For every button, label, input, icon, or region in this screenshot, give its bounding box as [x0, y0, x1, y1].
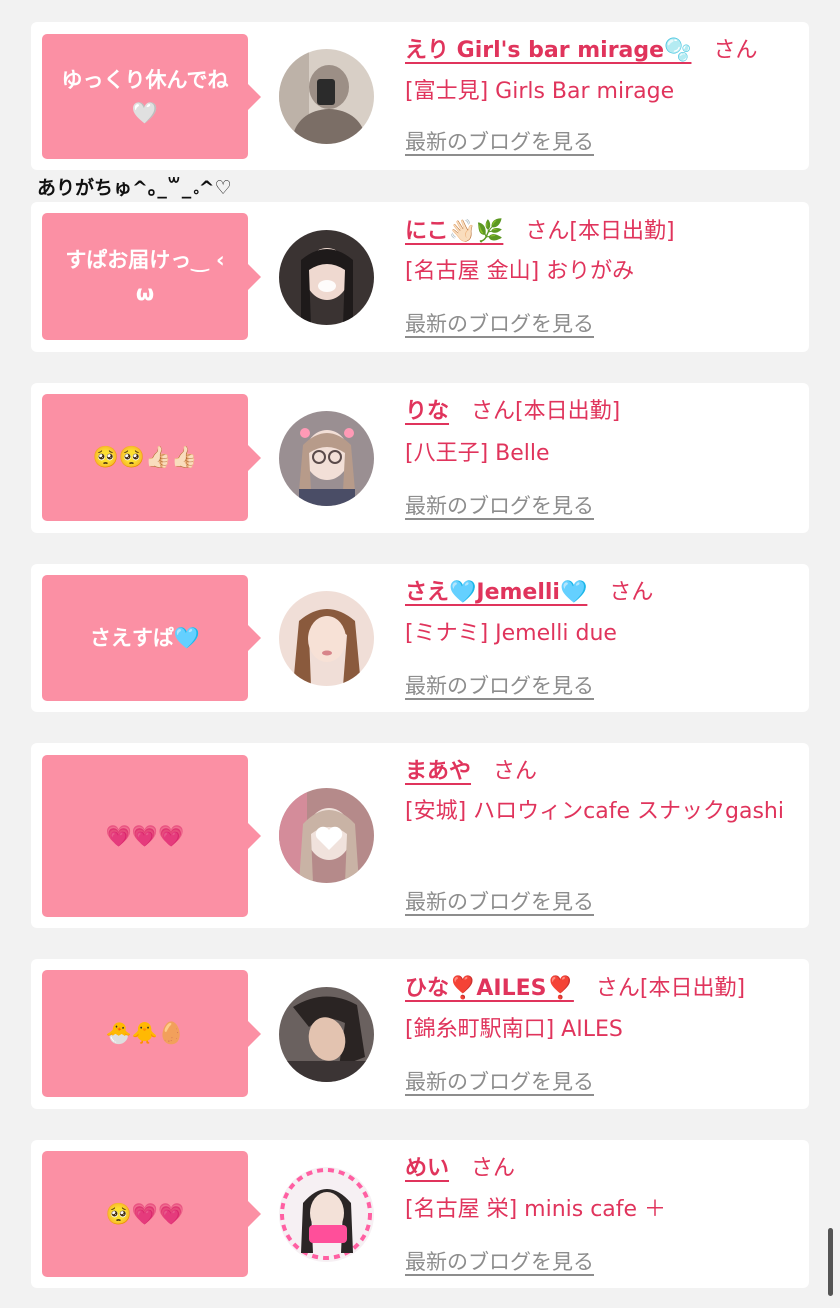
work-status: [本日出勤]	[515, 399, 621, 424]
post-card: 🥺💗💗 めい さん [名古屋 栄] minis cafe ＋ 最新のブログを見る	[31, 1140, 809, 1288]
store-info: [富士見] Girls Bar mirage	[405, 79, 675, 104]
honorific: さん	[471, 399, 516, 424]
comment-text: ありがちゅ^｡_꒳_｡^♡	[37, 177, 232, 199]
latest-blog-link[interactable]: 最新のブログを見る	[405, 886, 594, 916]
message-bubble: さえすぱ🩵	[42, 575, 261, 701]
girl-name-link[interactable]: りな	[405, 399, 449, 424]
post-card: 🥺🥺👍🏻👍🏻 りな さん[本日出勤] [八王子] Belle 最新のブログを見る	[31, 383, 809, 533]
post-header: えり Girl's bar mirage🫧 さん	[405, 36, 757, 66]
work-status: [本日出勤]	[569, 219, 675, 244]
honorific: さん	[713, 38, 758, 63]
post-header: まあや さん	[405, 757, 537, 787]
honorific: さん	[493, 759, 538, 784]
message-bubble: 💗💗💗	[42, 755, 261, 917]
message-bubble: 🐣🐥🥚	[42, 970, 261, 1097]
work-status: [本日出勤]	[639, 976, 746, 1001]
latest-blog-link[interactable]: 最新のブログを見る	[405, 308, 594, 338]
girl-name-link[interactable]: まあや	[405, 759, 471, 784]
message-bubble: 🥺🥺👍🏻👍🏻	[42, 394, 261, 521]
message-bubble: ゆっくり休んでね🤍	[42, 34, 261, 159]
post-card: 🐣🐥🥚 ひな❣️AILES❣️ さん[本日出勤] [錦糸町駅南口] AILES 最…	[31, 959, 809, 1109]
post-card: すぱお届けっ‿ ‹ ω にこ👋🏻🌿 さん[本日出勤] [名古屋 金山] おりがみ …	[31, 202, 809, 352]
scrollbar[interactable]	[828, 1228, 833, 1296]
store-info: [安城] ハロウィンcafe スナックgashi	[405, 799, 784, 824]
girl-name-link[interactable]: にこ👋🏻🌿	[405, 219, 503, 244]
store-info: [錦糸町駅南口] AILES	[405, 1017, 623, 1042]
latest-blog-link[interactable]: 最新のブログを見る	[405, 1066, 594, 1096]
latest-blog-link[interactable]: 最新のブログを見る	[405, 126, 594, 156]
avatar[interactable]	[279, 591, 374, 686]
post-card: 💗💗💗 まあや さん [安城] ハロウィンcafe スナックgashi 最新のブロ…	[31, 743, 809, 928]
latest-blog-link[interactable]: 最新のブログを見る	[405, 670, 594, 700]
post-header: ひな❣️AILES❣️ さん[本日出勤]	[405, 974, 745, 1004]
honorific: さん	[609, 580, 654, 605]
girl-name-link[interactable]: めい	[405, 1156, 449, 1181]
girl-name-link[interactable]: ひな❣️AILES❣️	[405, 976, 574, 1001]
post-header: さえ🩵Jemelli🩵 さん	[405, 578, 653, 608]
latest-blog-link[interactable]: 最新のブログを見る	[405, 1246, 594, 1276]
girl-name-link[interactable]: さえ🩵Jemelli🩵	[405, 580, 587, 605]
store-info: [名古屋 金山] おりがみ	[405, 259, 635, 284]
store-info: [ミナミ] Jemelli due	[405, 621, 617, 646]
honorific: さん	[595, 976, 640, 1001]
post-header: めい さん	[405, 1154, 515, 1184]
store-info: [名古屋 栄] minis cafe ＋	[405, 1197, 667, 1222]
avatar[interactable]	[279, 49, 374, 144]
message-bubble: 🥺💗💗	[42, 1151, 261, 1277]
honorific: さん	[471, 1156, 516, 1181]
post-card: ゆっくり休んでね🤍 えり Girl's bar mirage🫧 さん [富士見] …	[31, 22, 809, 170]
girl-name-link[interactable]: えり Girl's bar mirage🫧	[405, 38, 691, 63]
honorific: さん	[525, 219, 570, 244]
post-header: りな さん[本日出勤]	[405, 397, 620, 427]
post-card: さえすぱ🩵 さえ🩵Jemelli🩵 さん [ミナミ] Jemelli due 最新…	[31, 564, 809, 712]
avatar[interactable]	[279, 788, 374, 883]
avatar[interactable]	[279, 411, 374, 506]
message-bubble: すぱお届けっ‿ ‹ ω	[42, 213, 261, 340]
store-info: [八王子] Belle	[405, 441, 550, 466]
latest-blog-link[interactable]: 最新のブログを見る	[405, 490, 594, 520]
avatar[interactable]	[279, 230, 374, 325]
avatar[interactable]	[279, 987, 374, 1082]
post-header: にこ👋🏻🌿 さん[本日出勤]	[405, 217, 675, 247]
avatar[interactable]	[279, 1167, 374, 1262]
